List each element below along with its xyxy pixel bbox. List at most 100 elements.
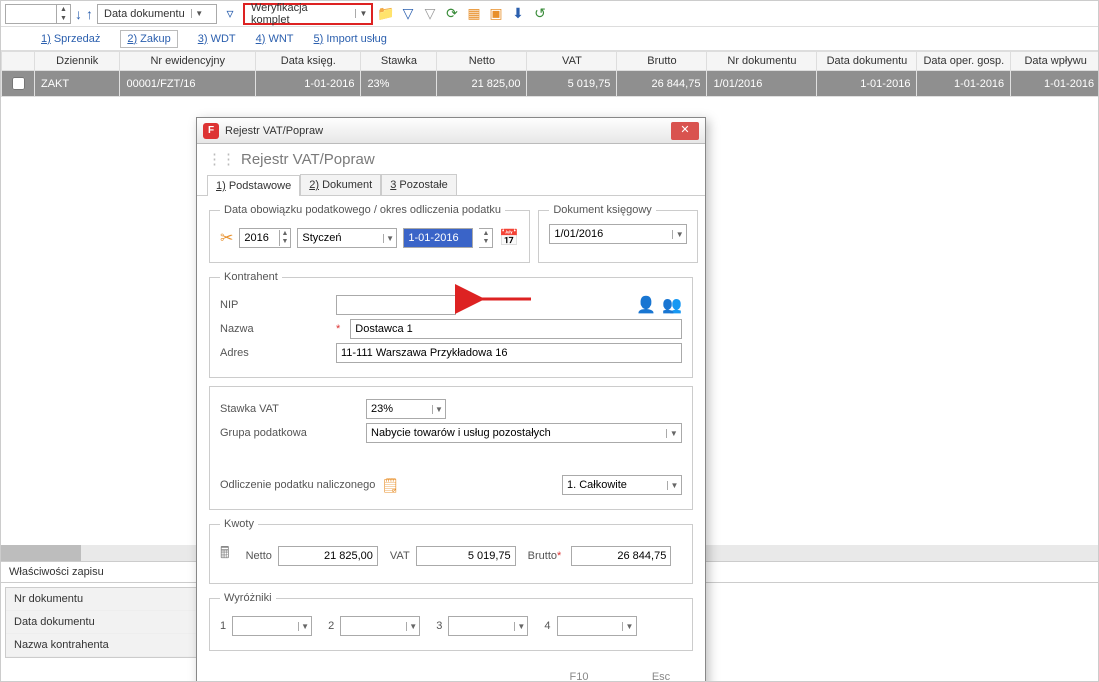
folder-icon[interactable]: 📁 bbox=[377, 5, 395, 23]
col-brutto[interactable]: Brutto bbox=[617, 52, 707, 71]
sync-icon[interactable]: ↺ bbox=[531, 5, 549, 23]
col-netto[interactable]: Netto bbox=[437, 52, 527, 71]
spin-up-icon[interactable]: ▲ bbox=[56, 5, 70, 14]
vat-label: VAT bbox=[390, 550, 410, 562]
date-field[interactable] bbox=[403, 228, 473, 248]
chevron-down-icon[interactable]: ▼ bbox=[355, 9, 371, 18]
vat-input[interactable] bbox=[417, 547, 515, 565]
record-spinner-input[interactable] bbox=[6, 5, 56, 23]
w2-combo[interactable]: ▼ bbox=[340, 616, 420, 636]
month-combo[interactable]: ▼ bbox=[297, 228, 397, 248]
fs-book-doc-legend: Dokument księgowy bbox=[549, 204, 655, 216]
col-datawplywu[interactable]: Data wpływu bbox=[1011, 52, 1098, 71]
tab-podstawowe[interactable]: 1) Podstawowe bbox=[207, 175, 300, 196]
col-vat[interactable]: VAT bbox=[527, 52, 617, 71]
calculator-icon[interactable]: 🖩 bbox=[220, 542, 230, 569]
grupa-combo[interactable]: ▼ bbox=[366, 423, 682, 443]
tab-sprzedaz[interactable]: 1) Sprzedaż bbox=[41, 33, 100, 45]
col-dziennik[interactable]: Dziennik bbox=[35, 52, 120, 71]
col-nrdok[interactable]: Nr dokumentu bbox=[707, 52, 817, 71]
people-icon[interactable]: 👥 bbox=[662, 297, 682, 314]
cell-datadok: 1-01-2016 bbox=[817, 71, 917, 97]
grupa-input[interactable] bbox=[367, 424, 666, 442]
dialog-titlebar[interactable]: F Rejestr VAT/Popraw ✕ bbox=[197, 118, 705, 144]
chevron-down-icon[interactable]: ▼ bbox=[432, 405, 445, 414]
month-input[interactable] bbox=[298, 229, 382, 247]
chevron-down-icon[interactable]: ▼ bbox=[383, 234, 397, 243]
note-icon[interactable]: 🗒 bbox=[381, 476, 399, 494]
main-toolbar: ▲▼ ↓ ↑ Data dokumentu ▼ ▿ Weryfikacja ko… bbox=[1, 1, 1098, 27]
col-stawka[interactable]: Stawka bbox=[361, 52, 437, 71]
year-input[interactable] bbox=[240, 229, 278, 247]
chevron-down-icon[interactable]: ▼ bbox=[191, 9, 207, 18]
w1-combo[interactable]: ▼ bbox=[232, 616, 312, 636]
netto-input[interactable] bbox=[279, 547, 377, 565]
arrow-down-icon[interactable]: ↓ bbox=[75, 6, 82, 22]
nip-input[interactable] bbox=[337, 296, 455, 314]
book-doc-input[interactable] bbox=[550, 225, 672, 243]
w3-combo[interactable]: ▼ bbox=[448, 616, 528, 636]
grid-view-icon[interactable]: ▦ bbox=[465, 5, 483, 23]
row-checkbox[interactable] bbox=[12, 77, 25, 90]
spin-icon[interactable]: ▲▼ bbox=[279, 230, 291, 246]
chevron-down-icon[interactable]: ▼ bbox=[666, 429, 681, 438]
tab-zakup[interactable]: 2) Zakup bbox=[120, 30, 177, 48]
stawka-input[interactable] bbox=[367, 400, 432, 418]
chevron-down-icon[interactable]: ▼ bbox=[672, 230, 686, 239]
record-spinner[interactable]: ▲▼ bbox=[5, 4, 71, 24]
edit-dialog: F Rejestr VAT/Popraw ✕ ⋮⋮ Rejestr VAT/Po… bbox=[196, 117, 706, 682]
chevron-down-icon[interactable]: ▼ bbox=[667, 481, 681, 490]
table-row[interactable]: ZAKT 00001/FZT/16 1-01-2016 23% 21 825,0… bbox=[2, 71, 1099, 97]
tile-view-icon[interactable]: ▣ bbox=[487, 5, 505, 23]
nazwa-input[interactable] bbox=[351, 320, 681, 338]
calendar-icon[interactable]: 📅 bbox=[499, 228, 519, 248]
w4-combo[interactable]: ▼ bbox=[557, 616, 637, 636]
col-datadok[interactable]: Data dokumentu bbox=[817, 52, 917, 71]
col-dataoper[interactable]: Data oper. gosp. bbox=[917, 52, 1011, 71]
verification-combo-label: Weryfikacja komplet bbox=[245, 2, 355, 26]
dialog-tabs: 1) Podstawowe 2) Dokument 3 Pozostałe bbox=[197, 174, 705, 196]
stawka-label: Stawka VAT bbox=[220, 403, 360, 415]
close-icon[interactable]: ✕ bbox=[671, 122, 699, 140]
filter-funnel-icon[interactable]: ▿ bbox=[221, 5, 239, 23]
cell-brutto: 26 844,75 bbox=[617, 71, 707, 97]
tab-import[interactable]: 5) Import usług bbox=[314, 33, 387, 45]
fs-wyrozniki: Wyróżniki 1 ▼ 2 ▼ 3 ▼ 4 ▼ bbox=[209, 592, 693, 651]
tab-wdt[interactable]: 3) WDT bbox=[198, 33, 236, 45]
person-icon[interactable]: 👤 bbox=[636, 295, 656, 315]
stawka-combo[interactable]: ▼ bbox=[366, 399, 446, 419]
dialog-subtitle-row: ⋮⋮ Rejestr VAT/Popraw bbox=[197, 144, 705, 174]
spin-down-icon[interactable]: ▼ bbox=[56, 14, 70, 23]
download-icon[interactable]: ⬇ bbox=[509, 5, 527, 23]
brutto-input[interactable] bbox=[572, 547, 670, 565]
fs-wyrozniki-legend: Wyróżniki bbox=[220, 592, 276, 604]
tab-dokument[interactable]: 2) Dokument bbox=[300, 174, 381, 195]
verification-combo[interactable]: Weryfikacja komplet ▼ bbox=[243, 3, 373, 25]
dialog-subtitle: Rejestr VAT/Popraw bbox=[241, 151, 375, 168]
year-field[interactable]: ▲▼ bbox=[239, 228, 291, 248]
nazwa-field[interactable] bbox=[350, 319, 682, 339]
adres-field[interactable] bbox=[336, 343, 682, 363]
filter-icon[interactable]: ▽ bbox=[399, 5, 417, 23]
col-nrewid[interactable]: Nr ewidencyjny bbox=[120, 52, 256, 71]
arrow-up-icon[interactable]: ↑ bbox=[86, 6, 93, 22]
fs-kontrahent: Kontrahent NIP 👤 👥 Nazwa * bbox=[209, 271, 693, 378]
sort-combo[interactable]: Data dokumentu ▼ bbox=[97, 4, 217, 24]
col-dataksieg[interactable]: Data księg. bbox=[256, 52, 361, 71]
tab-wnt[interactable]: 4) WNT bbox=[256, 33, 294, 45]
adres-input[interactable] bbox=[337, 344, 681, 362]
properties-title: Właściwości zapisu bbox=[9, 566, 104, 578]
fs-tax-period-legend: Data obowiązku podatkowego / okres odlic… bbox=[220, 204, 505, 216]
date-spin[interactable]: ▲▼ bbox=[479, 228, 493, 248]
tab-pozostale[interactable]: 3 Pozostałe bbox=[381, 174, 457, 195]
filter-clear-icon[interactable]: ▽ bbox=[421, 5, 439, 23]
nip-field[interactable] bbox=[336, 295, 456, 315]
odliczenie-combo[interactable]: ▼ bbox=[562, 475, 682, 495]
fs-kwoty-legend: Kwoty bbox=[220, 518, 258, 530]
book-doc-combo[interactable]: ▼ bbox=[549, 224, 687, 244]
scissors-icon[interactable]: ✂ bbox=[220, 228, 233, 248]
refresh-icon[interactable]: ⟳ bbox=[443, 5, 461, 23]
cell-dziennik: ZAKT bbox=[35, 71, 120, 97]
odliczenie-input[interactable] bbox=[563, 476, 667, 494]
date-input[interactable] bbox=[404, 229, 472, 247]
